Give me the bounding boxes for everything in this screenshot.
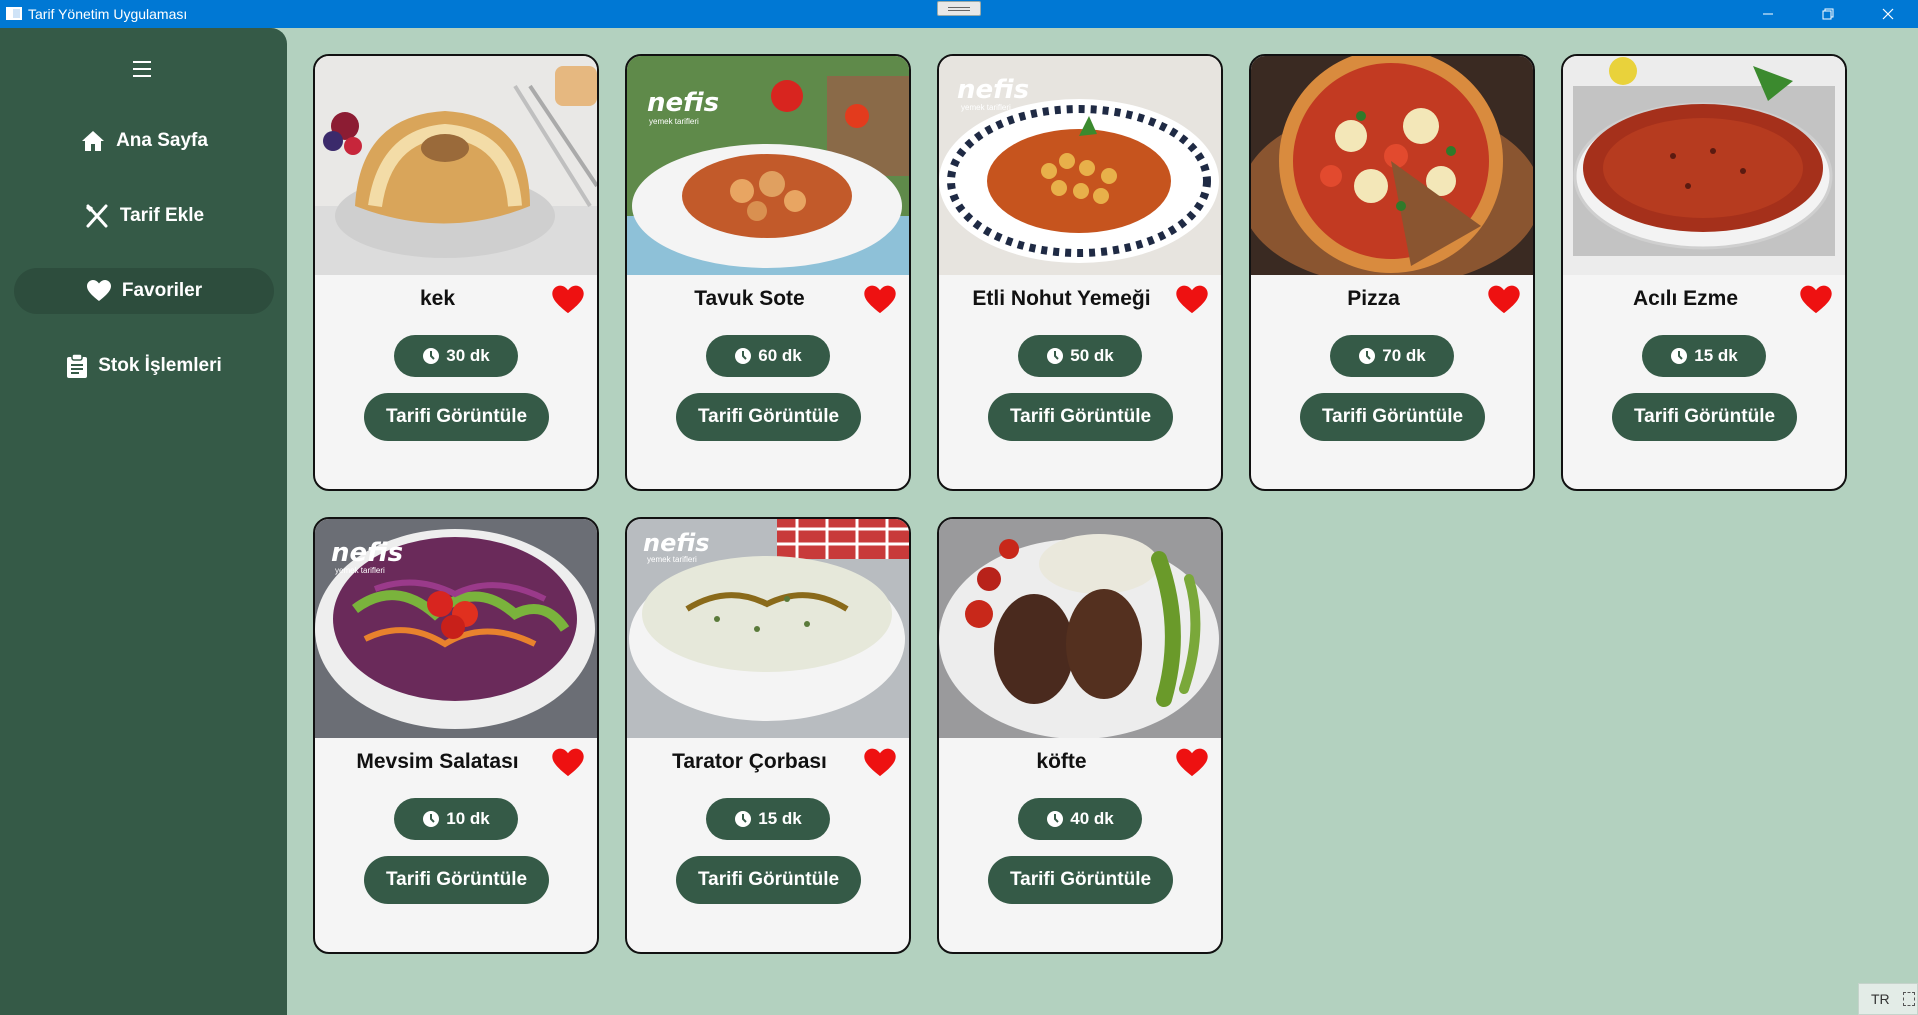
- clipboard-icon: [67, 353, 88, 378]
- prep-time-badge: 10 dk: [394, 798, 518, 840]
- restore-icon: [1822, 8, 1834, 20]
- app-icon: [6, 7, 22, 20]
- close-icon: [1882, 8, 1894, 20]
- recipe-card: Acılı Ezme 15 dk Tarifi Görüntüle: [1561, 54, 1847, 491]
- watermark-text: nefis: [643, 529, 710, 557]
- prep-time-badge: 15 dk: [1642, 335, 1766, 377]
- recipe-image: nefis yemek tarifleri: [939, 56, 1221, 275]
- recipe-title: Acılı Ezme: [1632, 287, 1739, 310]
- sidebar-item-favoriler[interactable]: Favoriler: [14, 268, 274, 314]
- prep-time-text: 60 dk: [758, 346, 802, 365]
- watermark-subtext: yemek tarifleri: [335, 566, 385, 575]
- minimize-icon: [1763, 13, 1773, 15]
- window-title: Tarif Yönetim Uygulaması: [28, 6, 188, 22]
- clock-icon: [423, 811, 440, 827]
- recipe-card: nefis yemek tarifleri Etli Nohut Yemeği …: [937, 54, 1223, 491]
- close-button[interactable]: [1858, 0, 1918, 28]
- watermark-subtext: yemek tarifleri: [649, 117, 699, 126]
- favorite-heart-icon[interactable]: [1799, 284, 1833, 316]
- prep-time-text: 30 dk: [446, 346, 490, 365]
- prep-time-badge: 40 dk: [1018, 798, 1142, 840]
- sidebar-item-tarif-ekle[interactable]: Tarif Ekle: [14, 193, 274, 239]
- sidebar-item-label: Tarif Ekle: [119, 205, 205, 226]
- language-indicator[interactable]: TR: [1858, 983, 1918, 1015]
- recipe-title: Tavuk Sote: [694, 287, 805, 310]
- clock-icon: [735, 811, 752, 827]
- favorite-heart-icon[interactable]: [1175, 747, 1209, 779]
- view-recipe-button[interactable]: Tarifi Görüntüle: [988, 393, 1173, 441]
- recipe-image: [939, 519, 1221, 738]
- watermark-text: nefis: [331, 538, 403, 568]
- utensils-icon: [85, 204, 108, 228]
- sidebar: Ana Sayfa Tarif Ekle Favoriler Stok İşle…: [0, 28, 287, 1015]
- view-recipe-button[interactable]: Tarifi Görüntüle: [988, 856, 1173, 904]
- screenshot-icon: [1903, 992, 1915, 1006]
- sidebar-item-stok-islemleri[interactable]: Stok İşlemleri: [14, 343, 274, 389]
- prep-time-badge: 15 dk: [706, 798, 830, 840]
- recipe-title: köfte: [1036, 750, 1087, 773]
- sidebar-item-label: Stok İşlemleri: [98, 355, 222, 376]
- heart-icon: [86, 280, 111, 301]
- recipe-title: Tarator Çorbası: [672, 750, 827, 773]
- prep-time-text: 15 dk: [1694, 346, 1738, 365]
- prep-time-badge: 70 dk: [1330, 335, 1454, 377]
- favorite-heart-icon[interactable]: [551, 747, 585, 779]
- view-recipe-button[interactable]: Tarifi Görüntüle: [1300, 393, 1485, 441]
- favorite-heart-icon[interactable]: [1175, 284, 1209, 316]
- recipe-image: [1563, 56, 1845, 275]
- recipe-title: Pizza: [1347, 287, 1400, 310]
- view-recipe-button[interactable]: Tarifi Görüntüle: [1612, 393, 1797, 441]
- recipe-card: nefis yemek tarifleri Mevsim Salatası 10…: [313, 517, 599, 954]
- menu-toggle-icon[interactable]: [133, 58, 155, 80]
- recipe-card: nefis yemek tarifleri Tavuk Sote 60 dk T…: [625, 54, 911, 491]
- home-icon: [82, 131, 105, 151]
- view-recipe-button[interactable]: Tarifi Görüntüle: [364, 393, 549, 441]
- sidebar-item-label: Favoriler: [121, 280, 203, 301]
- prep-time-badge: 60 dk: [706, 335, 830, 377]
- favorite-heart-icon[interactable]: [863, 284, 897, 316]
- language-label: TR: [1871, 991, 1890, 1007]
- prep-time-text: 10 dk: [446, 809, 490, 828]
- favorite-heart-icon[interactable]: [1487, 284, 1521, 316]
- prep-time-text: 15 dk: [758, 809, 802, 828]
- prep-time-badge: 30 dk: [394, 335, 518, 377]
- recipe-card: Pizza 70 dk Tarifi Görüntüle: [1249, 54, 1535, 491]
- minimize-button[interactable]: [1738, 0, 1798, 28]
- favorite-heart-icon[interactable]: [863, 747, 897, 779]
- view-recipe-button[interactable]: Tarifi Görüntüle: [364, 856, 549, 904]
- favorite-heart-icon[interactable]: [551, 284, 585, 316]
- sidebar-item-label: Ana Sayfa: [116, 130, 208, 151]
- watermark-subtext: yemek tarifleri: [961, 103, 1011, 112]
- view-recipe-button[interactable]: Tarifi Görüntüle: [676, 856, 861, 904]
- clock-icon: [423, 348, 440, 364]
- clock-icon: [735, 348, 752, 364]
- view-recipe-button[interactable]: Tarifi Görüntüle: [676, 393, 861, 441]
- recipe-title: Mevsim Salatası: [356, 750, 519, 773]
- recipe-image: nefis yemek tarifleri: [627, 519, 909, 738]
- clock-icon: [1359, 348, 1376, 364]
- prep-time-badge: 50 dk: [1018, 335, 1142, 377]
- title-bar: Tarif Yönetim Uygulaması: [0, 0, 1918, 28]
- watermark-text: nefis: [957, 75, 1029, 105]
- drag-handle[interactable]: [937, 1, 981, 16]
- sidebar-item-ana-sayfa[interactable]: Ana Sayfa: [14, 118, 274, 164]
- watermark-subtext: yemek tarifleri: [647, 555, 697, 564]
- prep-time-text: 50 dk: [1070, 346, 1114, 365]
- clock-icon: [1671, 348, 1688, 364]
- recipe-card: nefis yemek tarifleri Tarator Çorbası 15…: [625, 517, 911, 954]
- recipe-image: [315, 56, 597, 275]
- prep-time-text: 70 dk: [1382, 346, 1426, 365]
- recipe-image: nefis yemek tarifleri: [315, 519, 597, 738]
- recipe-card: köfte 40 dk Tarifi Görüntüle: [937, 517, 1223, 954]
- recipe-title: kek: [419, 287, 456, 310]
- recipe-card: kek 30 dk Tarifi Görüntüle: [313, 54, 599, 491]
- watermark-text: nefis: [647, 88, 719, 118]
- recipe-title: Etli Nohut Yemeği: [972, 287, 1151, 310]
- clock-icon: [1047, 811, 1064, 827]
- recipe-image: [1251, 56, 1533, 275]
- prep-time-text: 40 dk: [1070, 809, 1114, 828]
- restore-button[interactable]: [1798, 0, 1858, 28]
- clock-icon: [1047, 348, 1064, 364]
- recipe-image: nefis yemek tarifleri: [627, 56, 909, 275]
